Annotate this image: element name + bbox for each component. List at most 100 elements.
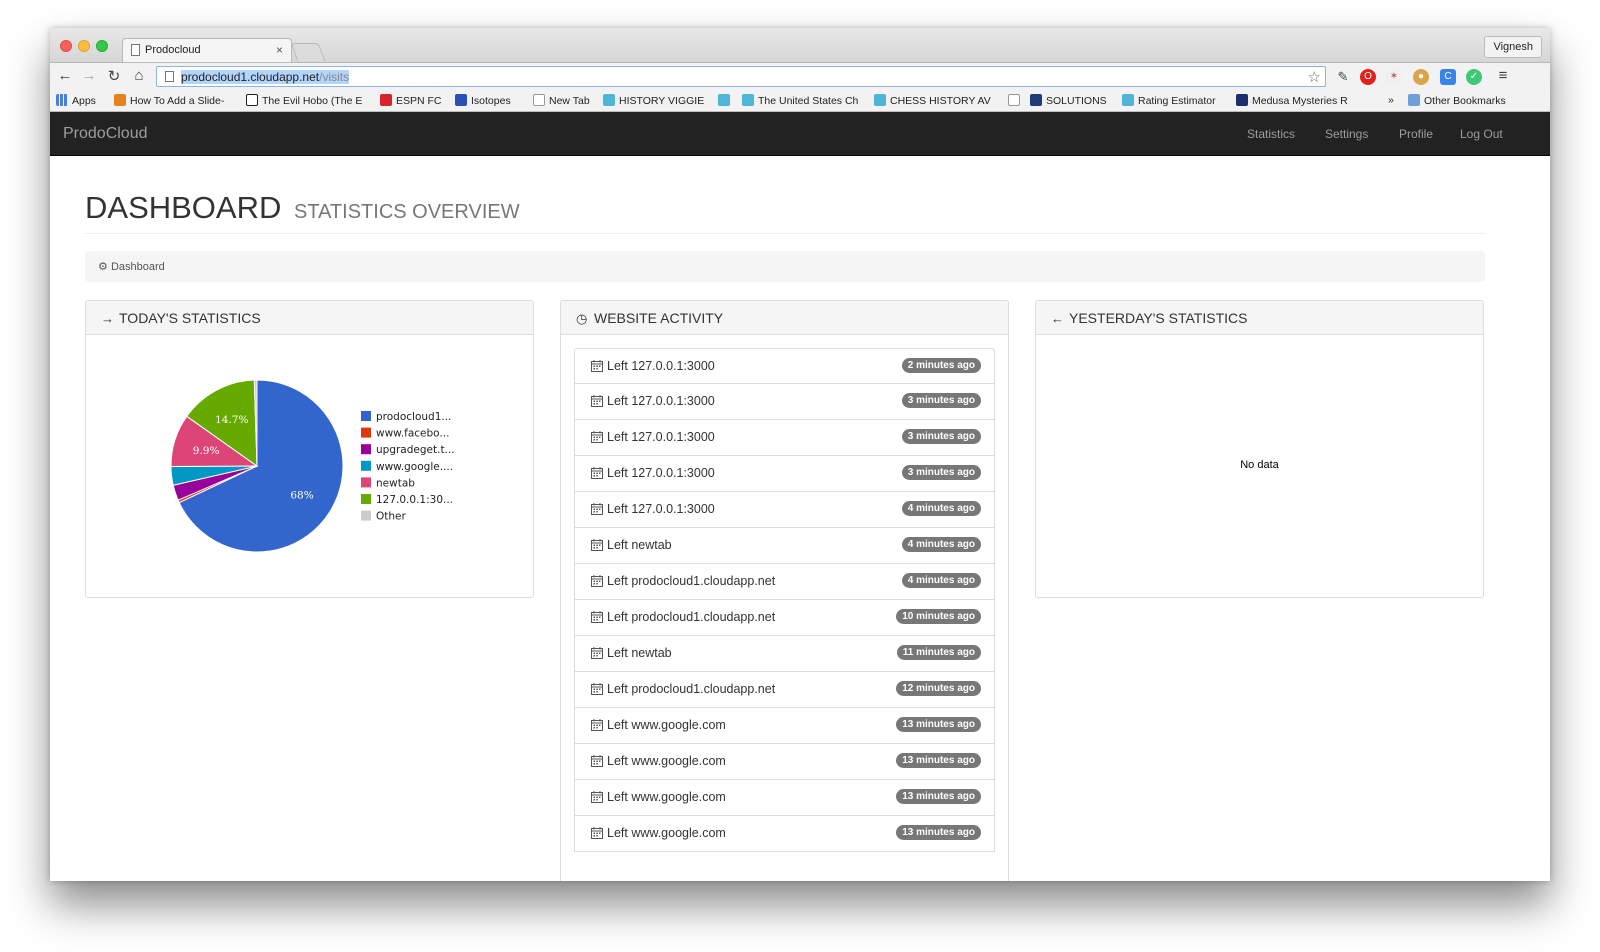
- bookmark-item[interactable]: [718, 94, 732, 107]
- activity-item[interactable]: Left 127.0.0.1:3000 2 minutes ago: [574, 348, 995, 384]
- profile-button[interactable]: Vignesh: [1484, 36, 1542, 58]
- other-bookmarks[interactable]: Other Bookmarks: [1408, 94, 1520, 107]
- browser-tab[interactable]: Prodocloud ×: [122, 38, 292, 62]
- activity-item[interactable]: Left newtab 11 minutes ago: [574, 636, 995, 672]
- calendar-icon: [591, 719, 603, 731]
- bookmark-item[interactable]: SOLUTIONS: [1030, 94, 1112, 107]
- activity-item[interactable]: Left www.google.com 13 minutes ago: [574, 744, 995, 780]
- panel-title: YESTERDAY'S STATISTICS: [1069, 310, 1248, 326]
- nav-statistics[interactable]: Statistics: [1247, 127, 1295, 141]
- back-icon[interactable]: ←: [56, 67, 74, 84]
- pie-data-label: 68%: [290, 490, 313, 502]
- activity-item[interactable]: Left www.google.com 13 minutes ago: [574, 780, 995, 816]
- bookmark-apps[interactable]: Apps: [56, 94, 108, 107]
- bookmark-favicon-icon: [114, 94, 126, 106]
- cookie-extension-icon[interactable]: ●: [1413, 69, 1429, 85]
- page-title: DASHBOARD STATISTICS OVERVIEW: [85, 190, 520, 225]
- pie-data-label: 14.7%: [215, 414, 248, 426]
- close-window-button[interactable]: [60, 40, 72, 52]
- activity-item[interactable]: Left newtab 4 minutes ago: [574, 528, 995, 564]
- activity-item[interactable]: Left www.google.com 13 minutes ago: [574, 816, 995, 852]
- bookmark-favicon-icon: [455, 94, 467, 106]
- adblock-extension-icon[interactable]: O: [1360, 69, 1376, 85]
- time-badge: 12 minutes ago: [896, 681, 981, 696]
- pie-chart: 68% 9.9% 14.7% prodocloud1... www.facebo... u…: [170, 379, 455, 553]
- calendar-icon: [591, 755, 603, 767]
- legend-label[interactable]: Other: [376, 511, 406, 523]
- time-badge: 13 minutes ago: [896, 825, 981, 840]
- bookmark-item[interactable]: The United States Ch: [742, 94, 862, 107]
- activity-list: Left 127.0.0.1:3000 2 minutes ago Left 127…: [561, 335, 1008, 852]
- hunter-extension-icon[interactable]: ✶: [1386, 69, 1402, 85]
- bookmark-item[interactable]: HISTORY VIGGIE: [603, 94, 708, 107]
- breadcrumb-dashboard[interactable]: Dashboard: [111, 261, 165, 273]
- calendar-icon: [591, 647, 603, 659]
- activity-item[interactable]: Left prodocloud1.cloudapp.net 12 minutes …: [574, 672, 995, 708]
- zoom-window-button[interactable]: [96, 40, 108, 52]
- nav-profile[interactable]: Profile: [1399, 127, 1433, 141]
- bookmark-item[interactable]: Medusa Mysteries R: [1236, 94, 1354, 107]
- menu-icon[interactable]: ≡: [1494, 67, 1512, 84]
- legend-label[interactable]: prodocloud1...: [376, 411, 451, 423]
- activity-item[interactable]: Left www.google.com 13 minutes ago: [574, 708, 995, 744]
- activity-item[interactable]: Left 127.0.0.1:3000 3 minutes ago: [574, 384, 995, 420]
- apps-grid-icon: [56, 94, 68, 106]
- calendar-icon: [591, 431, 603, 443]
- home-icon[interactable]: ⌂: [130, 67, 148, 84]
- activity-text: Left www.google.com: [607, 718, 726, 732]
- bookmark-favicon-icon: [1030, 94, 1042, 106]
- dashboard-icon: ⚙: [98, 261, 108, 273]
- nav-logout[interactable]: Log Out: [1460, 127, 1503, 141]
- minimize-window-button[interactable]: [78, 40, 90, 52]
- page-header: DASHBOARD STATISTICS OVERVIEW: [85, 190, 1485, 234]
- address-bar[interactable]: prodocloud1.cloudapp.net/visits ☆: [156, 66, 1326, 87]
- bookmark-item[interactable]: [1008, 94, 1022, 107]
- time-badge: 13 minutes ago: [896, 717, 981, 732]
- page-info-icon: [165, 71, 174, 82]
- bookmark-item[interactable]: Isotopes: [455, 94, 525, 107]
- new-tab-button[interactable]: [290, 43, 326, 61]
- pie-data-label: 9.9%: [193, 445, 220, 457]
- website-activity-panel: ◷ WEBSITE ACTIVITY Left 127.0.0.1:3000 2 m…: [560, 300, 1009, 881]
- legend-label[interactable]: www.google....: [376, 461, 453, 473]
- brand-link[interactable]: ProdoCloud: [63, 125, 148, 143]
- legend-swatch: [361, 444, 371, 455]
- arrow-right-icon: →: [101, 311, 114, 326]
- green-extension-icon[interactable]: ✓: [1466, 69, 1482, 85]
- bookmark-item[interactable]: Rating Estimator: [1122, 94, 1226, 107]
- url-path: /visits: [319, 70, 350, 84]
- c-extension-icon[interactable]: C: [1440, 69, 1456, 85]
- activity-item[interactable]: Left 127.0.0.1:3000 3 minutes ago: [574, 456, 995, 492]
- folder-icon: [1408, 94, 1420, 106]
- nav-settings[interactable]: Settings: [1325, 127, 1368, 141]
- panel-heading: → TODAY'S STATISTICS: [86, 301, 533, 335]
- forward-icon[interactable]: →: [80, 67, 98, 84]
- bookmark-item[interactable]: CHESS HISTORY AV: [874, 94, 994, 107]
- activity-text: Left 127.0.0.1:3000: [607, 502, 715, 516]
- close-tab-icon[interactable]: ×: [276, 43, 283, 57]
- bookmark-item[interactable]: New Tab: [533, 94, 603, 107]
- activity-item[interactable]: Left prodocloud1.cloudapp.net 4 minutes a…: [574, 564, 995, 600]
- legend-label[interactable]: newtab: [376, 477, 415, 489]
- bookmark-item[interactable]: How To Add a Slide-: [114, 94, 232, 107]
- calendar-icon: [591, 503, 603, 515]
- page-icon: [131, 44, 140, 56]
- legend-swatch: [361, 427, 371, 438]
- activity-item[interactable]: Left 127.0.0.1:3000 4 minutes ago: [574, 492, 995, 528]
- legend-label[interactable]: upgradeget.t...: [376, 444, 455, 456]
- main-content: DASHBOARD STATISTICS OVERVIEW ⚙ Dashboar…: [50, 156, 1550, 881]
- clock-icon: ◷: [576, 311, 588, 326]
- more-bookmarks-chevron[interactable]: »: [1388, 94, 1400, 106]
- bookmark-item[interactable]: The Evil Hobo (The E: [246, 94, 364, 107]
- reload-icon[interactable]: ↻: [105, 67, 123, 85]
- time-badge: 4 minutes ago: [901, 573, 981, 588]
- calendar-icon: [591, 611, 603, 623]
- activity-item[interactable]: Left prodocloud1.cloudapp.net 10 minutes …: [574, 600, 995, 636]
- legend-label[interactable]: www.facebo...: [376, 428, 449, 440]
- bookmark-item[interactable]: ESPN FC: [380, 94, 450, 107]
- bookmark-star-icon[interactable]: ☆: [1308, 68, 1321, 86]
- eyedropper-extension-icon[interactable]: ✎: [1335, 69, 1351, 85]
- activity-item[interactable]: Left 127.0.0.1:3000 3 minutes ago: [574, 420, 995, 456]
- legend-label[interactable]: 127.0.0.1:30...: [376, 494, 453, 506]
- time-badge: 4 minutes ago: [901, 501, 981, 516]
